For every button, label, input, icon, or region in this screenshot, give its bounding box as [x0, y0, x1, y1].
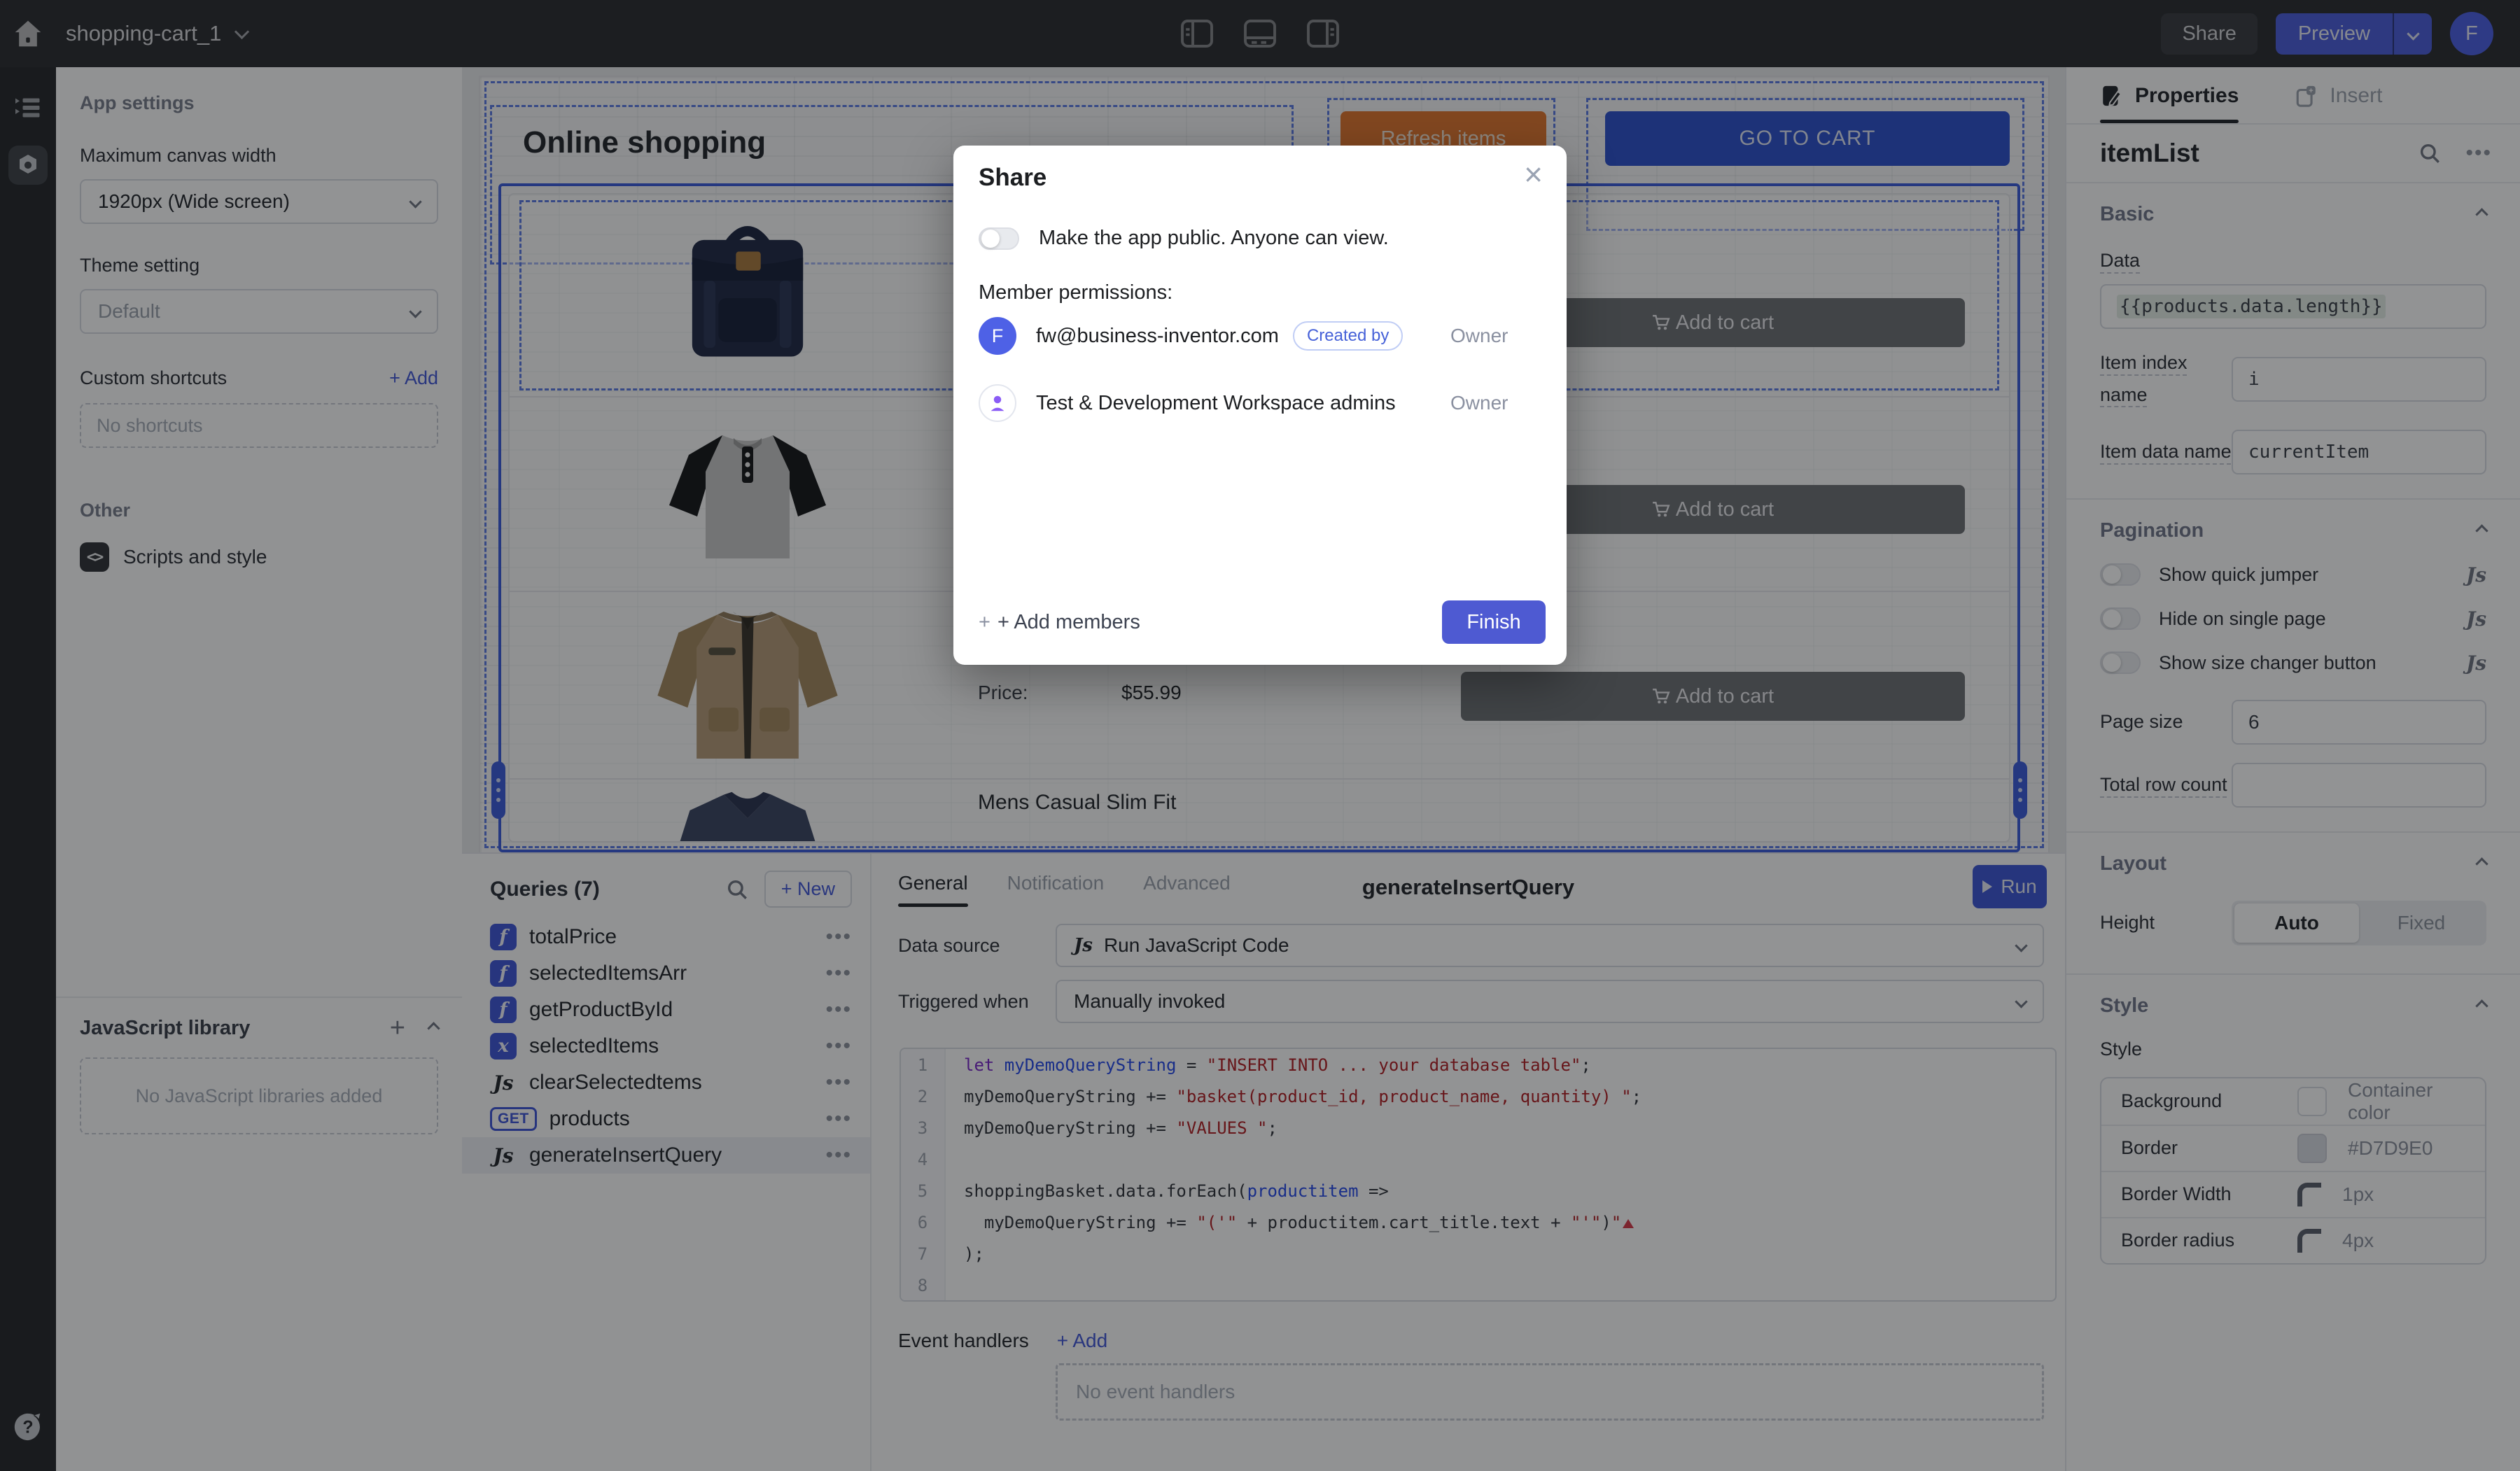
member-name: fw@business-inventor.com [1036, 325, 1279, 348]
user-avatar: F [979, 317, 1016, 355]
created-by-badge: Created by [1293, 321, 1403, 351]
member-name: Test & Development Workspace admins [1036, 392, 1396, 415]
share-modal: Share × Make the app public. Anyone can … [953, 146, 1567, 665]
add-members-link[interactable]: + + Add members [979, 611, 1140, 634]
member-row: Ffw@business-inventor.com Created by Owner [979, 314, 1541, 358]
public-app-toggle[interactable] [979, 227, 1019, 250]
member-role[interactable]: Owner [1450, 392, 1508, 414]
plus-icon: + [979, 611, 990, 633]
member-permissions-label: Member permissions: [979, 281, 1172, 304]
app-builder-window: shopping-cart_1 Share [0, 0, 2520, 1471]
share-modal-title: Share [979, 164, 1046, 192]
finish-button[interactable]: Finish [1442, 600, 1546, 644]
group-avatar [979, 384, 1016, 422]
public-app-toggle-label: Make the app public. Anyone can view. [1039, 227, 1389, 250]
close-icon[interactable]: × [1524, 158, 1543, 190]
member-role[interactable]: Owner [1450, 325, 1508, 347]
member-row: Test & Development Workspace admins Owner [979, 381, 1541, 425]
add-members-label: + Add members [997, 611, 1140, 633]
